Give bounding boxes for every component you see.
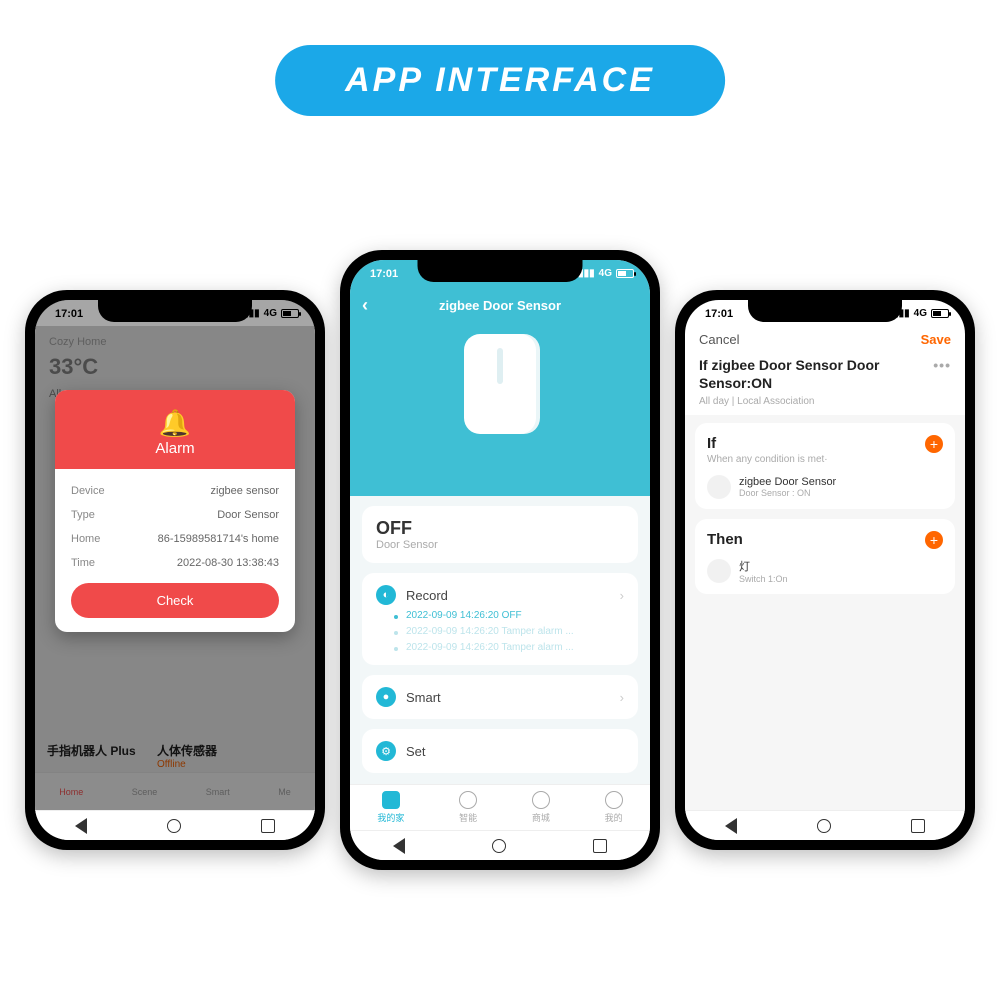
bell-icon: 🔔	[55, 410, 295, 436]
door-sensor-icon	[464, 334, 536, 434]
nav-back-icon[interactable]	[75, 818, 87, 834]
set-card[interactable]: ⚙ Set	[362, 729, 638, 773]
android-nav	[350, 830, 650, 860]
android-nav	[685, 810, 965, 840]
notch	[748, 300, 902, 322]
nav-recents-icon[interactable]	[261, 819, 275, 833]
label-home: Home	[71, 533, 100, 545]
bag-icon	[532, 791, 550, 809]
tab-home[interactable]: 我的家	[377, 791, 404, 824]
nav-home-icon[interactable]	[167, 819, 181, 833]
state-value: OFF	[376, 518, 624, 539]
label-type: Type	[71, 509, 95, 521]
battery-icon	[281, 309, 299, 318]
notch	[98, 300, 252, 322]
status-network: 4G	[599, 268, 612, 279]
value-time: 2022-08-30 13:38:43	[177, 557, 279, 569]
then-label: Then	[707, 531, 943, 548]
if-sub: When any condition is met·	[707, 454, 943, 465]
if-label: If	[707, 435, 943, 452]
sensor-icon	[707, 475, 731, 499]
more-icon[interactable]: •••	[933, 357, 951, 375]
value-device: zigbee sensor	[211, 485, 280, 497]
record-icon: ◐	[376, 585, 396, 605]
chevron-right-icon: ›	[620, 588, 624, 603]
battery-icon	[931, 309, 949, 318]
label-time: Time	[71, 557, 95, 569]
nav-home-icon[interactable]	[492, 839, 506, 853]
nav-recents-icon[interactable]	[911, 819, 925, 833]
action-item[interactable]: 灯 Switch 1:On	[707, 548, 943, 584]
check-button[interactable]: Check	[71, 583, 279, 618]
page-title: zigbee Door Sensor	[439, 298, 561, 313]
tab-smart[interactable]: 智能	[459, 791, 477, 824]
smart-card[interactable]: ● Smart ›	[362, 675, 638, 719]
nav-home-icon[interactable]	[817, 819, 831, 833]
home-icon	[382, 791, 400, 809]
alarm-modal: 🔔 Alarm Device zigbee sensor Type Door Sen…	[55, 390, 295, 632]
gear-icon: ⚙	[376, 741, 396, 761]
nav-recents-icon[interactable]	[593, 839, 607, 853]
nav-back-icon[interactable]	[393, 838, 405, 854]
tab-mall[interactable]: 商城	[532, 791, 550, 824]
record-label: Record	[406, 588, 448, 603]
if-card: If When any condition is met· + zigbee D…	[695, 423, 955, 509]
add-condition-button[interactable]: +	[925, 435, 943, 453]
tab-me[interactable]: 我的	[605, 791, 623, 824]
automation-title: If zigbee Door Sensor Door Sensor:ON •••	[685, 353, 965, 396]
switch-icon	[707, 559, 731, 583]
chevron-right-icon: ›	[620, 690, 624, 705]
phone-alarm: 17:01 ▮▮▮ 4G Cozy Home 33°C All 手指机器人 Pl…	[25, 290, 325, 850]
status-time: 17:01	[705, 308, 733, 320]
state-card: OFF Door Sensor	[362, 506, 638, 563]
value-type: Door Sensor	[217, 509, 279, 521]
status-network: 4G	[264, 308, 277, 319]
smart-label: Smart	[406, 690, 441, 705]
phone-automation: 17:01 ▮▮▮ 4G Cancel Save If zigbee Door …	[675, 290, 975, 850]
android-nav	[35, 810, 315, 840]
set-label: Set	[406, 744, 426, 759]
sensor-hero: ‹ zigbee Door Sensor	[350, 286, 650, 496]
phone-sensor-detail: 17:01 ▮▮▮ 4G ‹ zigbee Door Sensor OFF Do…	[340, 250, 660, 870]
banner-title: APP INTERFACE	[275, 45, 725, 116]
save-button[interactable]: Save	[921, 332, 951, 347]
nav-back-icon[interactable]	[725, 818, 737, 834]
label-device: Device	[71, 485, 105, 497]
record-item: 2022-09-09 14:26:20 Tamper alarm ...	[376, 621, 624, 637]
record-item: 2022-09-09 14:26:20 Tamper alarm ...	[376, 637, 624, 653]
record-item: 2022-09-09 14:26:20 OFF	[376, 605, 624, 621]
battery-icon	[616, 269, 634, 278]
record-card[interactable]: ◐ Record › 2022-09-09 14:26:20 OFF 2022-…	[362, 573, 638, 665]
add-action-button[interactable]: +	[925, 531, 943, 549]
status-network: 4G	[914, 308, 927, 319]
status-time: 17:01	[370, 268, 398, 280]
then-card: Then + 灯 Switch 1:On	[695, 519, 955, 594]
sun-icon	[459, 791, 477, 809]
condition-item[interactable]: zigbee Door Sensor Door Sensor : ON	[707, 465, 943, 499]
value-home: 86-15989581714's home	[158, 533, 279, 545]
cancel-button[interactable]: Cancel	[699, 332, 739, 347]
state-sub: Door Sensor	[376, 539, 624, 551]
back-button[interactable]: ‹	[362, 295, 368, 316]
person-icon	[605, 791, 623, 809]
status-time: 17:01	[55, 308, 83, 320]
smart-icon: ●	[376, 687, 396, 707]
notch	[418, 260, 583, 282]
alarm-title: Alarm	[55, 440, 295, 457]
bottom-tabbar: 我的家 智能 商城 我的	[350, 784, 650, 830]
automation-subtitle: All day | Local Association	[685, 396, 965, 415]
